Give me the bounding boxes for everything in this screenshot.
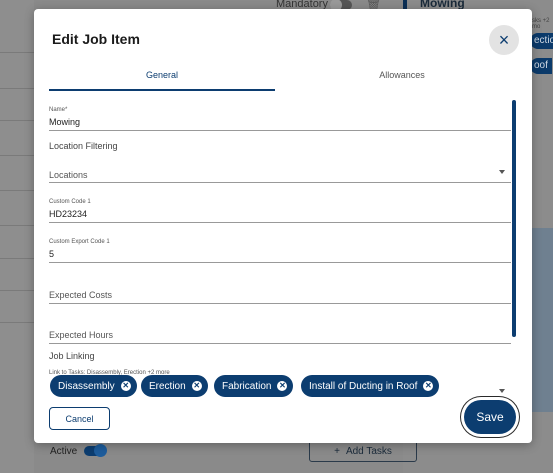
custom-code-1-field[interactable]: Custom Code 1 HD23234 [49, 197, 511, 223]
background-row-divider [0, 225, 34, 226]
job-linking-label: Job Linking [49, 351, 95, 361]
location-filtering-label: Location Filtering [49, 141, 118, 151]
close-icon: × [498, 29, 510, 50]
background-row-divider [0, 52, 34, 53]
active-label: Active [50, 446, 78, 457]
add-tasks-label: Add Tasks [345, 445, 392, 457]
name-field-value: Mowing [49, 117, 81, 127]
background-row-divider [0, 322, 34, 323]
chip-label: Disassembly [58, 380, 115, 392]
name-field-label: Name* [49, 107, 68, 113]
tab-general[interactable]: General [49, 65, 275, 91]
custom-export-code-1-label: Custom Export Code 1 [49, 239, 110, 245]
chip-label: Erection [149, 380, 186, 392]
expected-costs-placeholder: Expected Costs [49, 290, 113, 300]
tab-allowances[interactable]: Allowances [289, 65, 515, 91]
background-row-divider [0, 120, 34, 121]
job-item-form: Name* Mowing Location Filtering Location… [49, 95, 511, 395]
chip-label: Install of Ducting in Roof [309, 380, 418, 392]
custom-code-1-label: Custom Code 1 [49, 199, 91, 205]
chevron-down-icon[interactable] [499, 389, 505, 393]
right-panel-chip: ectio [530, 33, 553, 49]
background-row-divider [0, 290, 34, 291]
chip-erection[interactable]: Erection ✕ [141, 375, 208, 397]
cancel-button[interactable]: Cancel [49, 407, 110, 430]
active-toggle[interactable] [84, 444, 107, 457]
background-row-divider [0, 258, 34, 259]
name-field[interactable]: Name* Mowing [49, 105, 511, 131]
expected-hours-field[interactable]: Expected Hours [49, 317, 511, 344]
custom-export-code-1-field[interactable]: Custom Export Code 1 5 [49, 237, 511, 263]
remove-chip-icon[interactable]: ✕ [120, 381, 131, 391]
dialog-tabs: General Allowances [49, 65, 515, 91]
edit-job-item-dialog: Edit Job Item × General Allowances Name*… [34, 9, 532, 443]
remove-chip-icon[interactable]: ✕ [277, 381, 288, 391]
locations-select[interactable]: Locations [49, 157, 511, 183]
save-button[interactable]: Save [464, 400, 516, 434]
background-row-divider [0, 190, 34, 191]
add-tasks-button[interactable]: + Add Tasks [309, 440, 417, 462]
chip-disassembly[interactable]: Disassembly ✕ [50, 375, 137, 397]
close-button[interactable]: × [489, 25, 519, 55]
chevron-down-icon [499, 170, 505, 174]
custom-code-1-value: HD23234 [49, 209, 88, 219]
right-panel-chip: oof [530, 58, 552, 74]
background-row-divider [0, 155, 34, 156]
expected-hours-placeholder: Expected Hours [49, 330, 114, 340]
chip-install-of-ducting-in-roof[interactable]: Install of Ducting in Roof ✕ [301, 375, 440, 397]
background-left-column [0, 0, 34, 473]
remove-chip-icon[interactable]: ✕ [423, 381, 434, 391]
background-map [530, 228, 553, 412]
locations-placeholder: Locations [49, 170, 88, 180]
right-panel-subtitle: sks +2 mo [532, 18, 550, 30]
custom-export-code-1-value: 5 [49, 249, 55, 259]
expected-costs-field[interactable]: Expected Costs [49, 277, 511, 304]
dialog-title: Edit Job Item [52, 31, 140, 47]
plus-icon: + [334, 445, 340, 457]
remove-chip-icon[interactable]: ✕ [191, 381, 202, 391]
background-row-divider [0, 88, 34, 89]
chip-label: Fabrication [222, 380, 272, 392]
form-scrollbar[interactable] [512, 100, 516, 337]
chip-fabrication[interactable]: Fabrication ✕ [214, 375, 294, 397]
